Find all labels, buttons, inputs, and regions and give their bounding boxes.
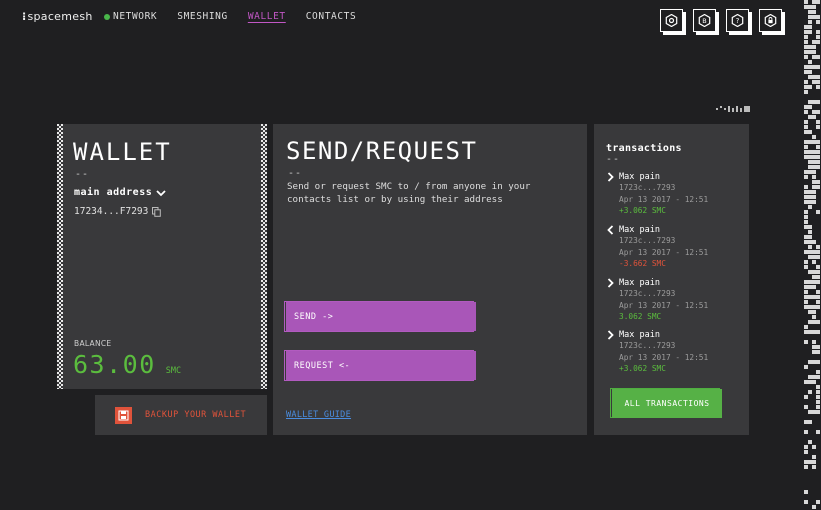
decorative-pixels	[716, 106, 750, 112]
account-label: main address	[74, 187, 153, 198]
top-icon-bar: B ?	[660, 9, 785, 35]
wallet-left-border	[57, 124, 63, 389]
transaction-address: 1723c...7293	[619, 236, 676, 245]
address-row: 17234...F7293	[74, 206, 162, 217]
send-button[interactable]: SEND ->	[284, 301, 476, 333]
transaction-amount: 3.062 SMC	[619, 312, 662, 321]
outgoing-arrow-icon	[607, 225, 614, 235]
nav-contacts[interactable]: CONTACTS	[306, 11, 357, 22]
wallet-title-dash: --	[75, 169, 90, 180]
account-selector[interactable]: main address	[74, 187, 166, 198]
incoming-arrow-icon	[607, 172, 614, 182]
wallet-right-border	[261, 124, 267, 389]
logo-mark: ⁝	[22, 10, 27, 23]
transaction-date: Apr 13 2017 - 12:51	[619, 352, 709, 362]
copy-icon[interactable]	[152, 206, 162, 217]
lock-icon	[764, 14, 777, 27]
transaction-amount: +3.062 SMC	[619, 206, 666, 215]
balance-unit: SMC	[165, 366, 182, 376]
transaction-address: 1723c...7293	[619, 183, 676, 192]
incoming-arrow-icon	[607, 278, 614, 288]
transaction-address: 1723c...7293	[619, 341, 676, 350]
transaction-name: Max pain	[619, 172, 660, 182]
help-icon: ?	[731, 14, 744, 27]
chevron-down-icon	[156, 189, 166, 196]
nav-smeshing[interactable]: SMESHING	[177, 11, 228, 22]
wallet-address: 17234...F7293	[74, 206, 149, 217]
transaction-name: Max pain	[619, 225, 660, 235]
transaction-amount: -3.662 SMC	[619, 259, 666, 268]
balance-row: 63.00 SMC	[73, 350, 181, 379]
send-button-label: SEND ->	[286, 302, 476, 331]
transaction-item[interactable]: Max pain 1723c...7293 Apr 13 2017 - 12:5…	[607, 330, 742, 374]
transaction-item[interactable]: Max pain 1723c...7293 Apr 13 2017 - 12:5…	[607, 225, 742, 269]
svg-text:?: ?	[736, 17, 740, 25]
transaction-date: Apr 13 2017 - 12:51	[619, 300, 709, 310]
backup-panel: BACKUP YOUR WALLET	[95, 395, 267, 435]
transaction-date: Apr 13 2017 - 12:51	[619, 194, 709, 204]
help-button[interactable]: ?	[726, 9, 752, 35]
balance-label: BALANCE	[74, 339, 112, 348]
backup-wallet-icon[interactable]	[115, 407, 132, 424]
balance-amount: 63.00	[73, 350, 156, 379]
backup-wallet-link[interactable]: BACKUP YOUR WALLET	[145, 410, 246, 420]
nav-network-label: NETWORK	[113, 11, 158, 22]
all-transactions-label: ALL TRANSACTIONS	[612, 389, 722, 418]
request-button-label: REQUEST <-	[286, 351, 476, 380]
transaction-name: Max pain	[619, 330, 660, 340]
incoming-arrow-icon	[607, 330, 614, 340]
wallet-guide-link[interactable]: WALLET GUIDE	[286, 410, 351, 420]
bitcoin-button[interactable]: B	[693, 9, 719, 35]
transaction-amount: +3.062 SMC	[619, 364, 666, 373]
nav-wallet[interactable]: WALLET	[248, 11, 286, 22]
settings-icon	[665, 14, 678, 27]
bitcoin-icon: B	[698, 14, 711, 27]
transactions-dash: --	[606, 154, 621, 165]
logo-text: spacemesh	[27, 10, 93, 23]
wallet-panel: WALLET -- main address 17234...F7293 BAL…	[57, 124, 267, 389]
request-button[interactable]: REQUEST <-	[284, 350, 476, 382]
app-logo[interactable]: ⁝spacemesh	[22, 10, 93, 23]
all-transactions-button[interactable]: ALL TRANSACTIONS	[610, 388, 722, 420]
settings-button[interactable]	[660, 9, 686, 35]
send-request-title: SEND/REQUEST	[286, 137, 478, 165]
transaction-address: 1723c...7293	[619, 289, 676, 298]
decorative-pixel-strip	[804, 0, 820, 509]
send-request-panel: SEND/REQUEST -- Send or request SMC to /…	[273, 124, 587, 435]
main-nav: NETWORK SMESHING WALLET CONTACTS	[104, 11, 376, 22]
send-request-description: Send or request SMC to / from anyone in …	[287, 181, 531, 205]
send-request-dash: --	[288, 168, 303, 179]
transaction-name: Max pain	[619, 278, 660, 288]
transaction-item[interactable]: Max pain 1723c...7293 Apr 13 2017 - 12:5…	[607, 278, 742, 322]
transaction-item[interactable]: Max pain 1723c...7293 Apr 13 2017 - 12:5…	[607, 172, 742, 216]
transactions-title: transactions	[606, 143, 682, 154]
transactions-panel: transactions -- Max pain 1723c...7293 Ap…	[594, 124, 749, 435]
network-status-dot	[104, 13, 110, 20]
svg-text:B: B	[702, 17, 706, 25]
wallet-title: WALLET	[73, 138, 172, 166]
nav-network[interactable]: NETWORK	[104, 11, 157, 22]
lock-button[interactable]	[759, 9, 785, 35]
transaction-date: Apr 13 2017 - 12:51	[619, 247, 709, 257]
